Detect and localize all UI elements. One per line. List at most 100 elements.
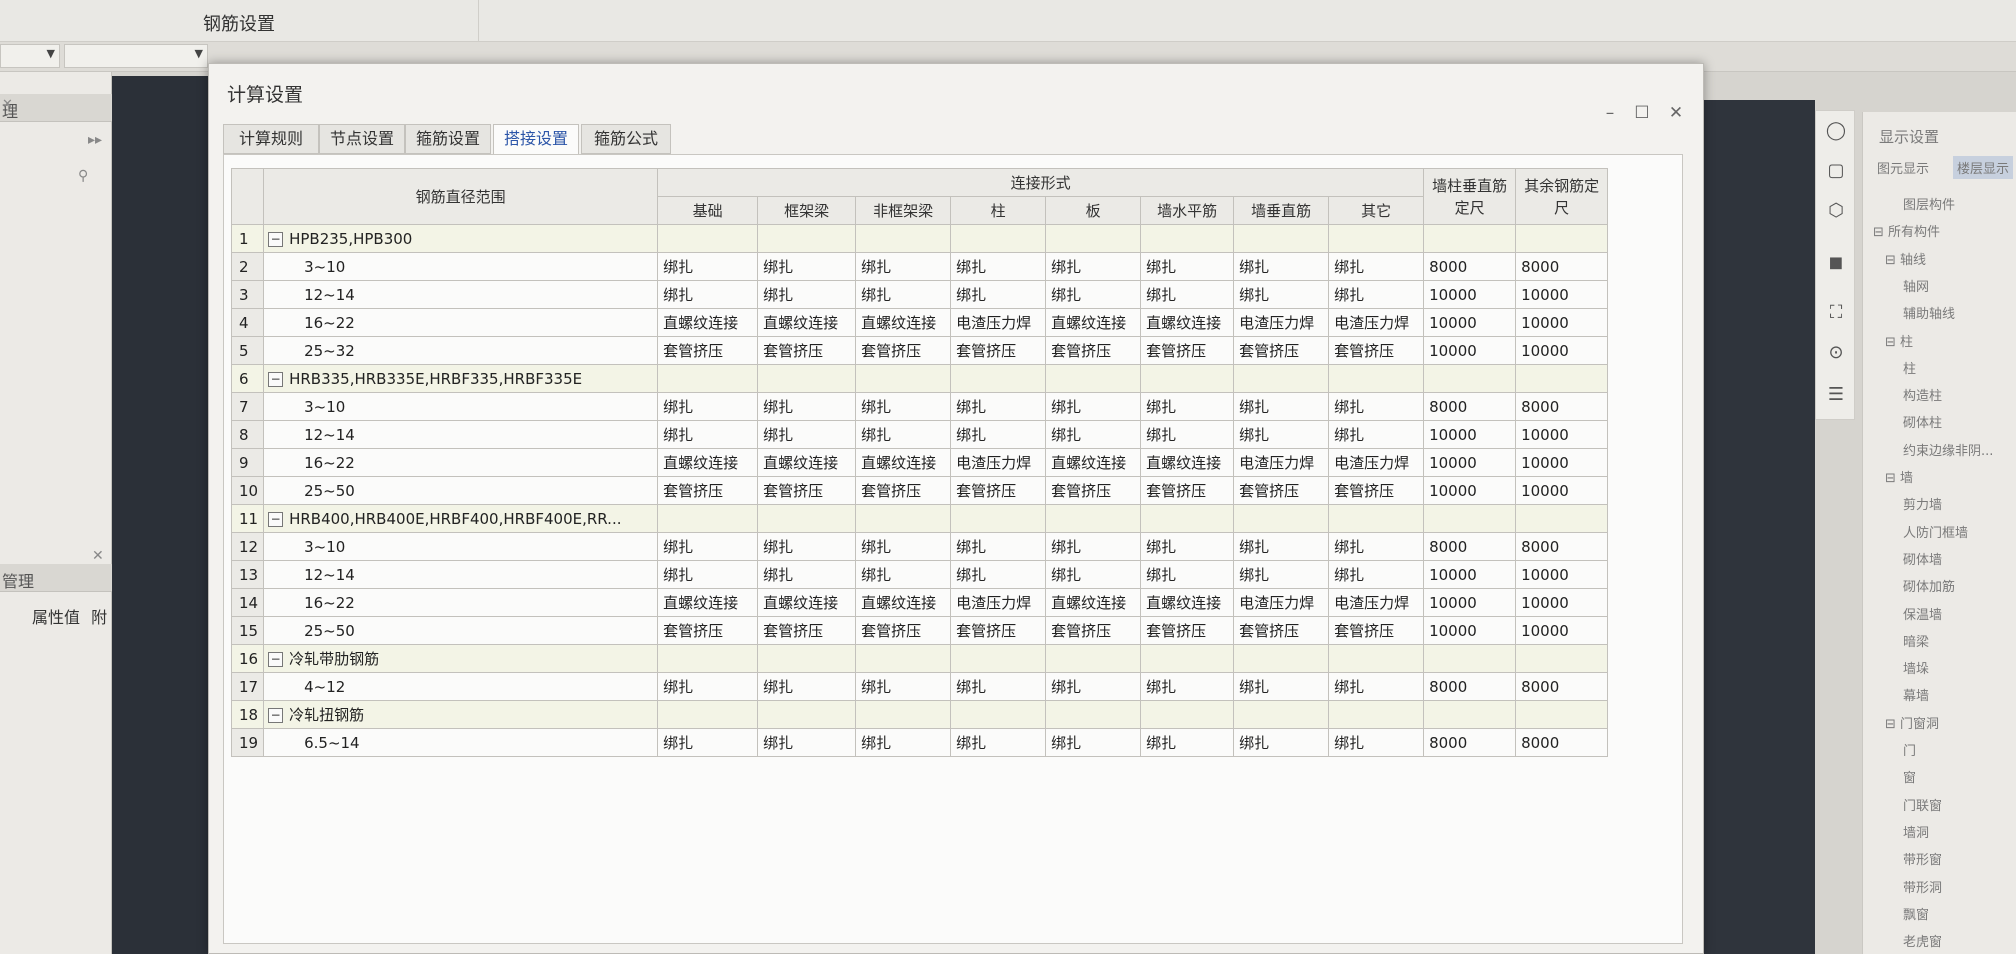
connection-cell[interactable]: 绑扎 <box>1328 532 1425 561</box>
connection-cell[interactable]: 绑扎 <box>657 560 759 589</box>
group-row[interactable]: 16− 冷轧带肋钢筋 <box>230 644 1609 673</box>
length-cell[interactable]: 10000 <box>1423 420 1517 449</box>
connection-cell[interactable]: 绑扎 <box>1233 560 1330 589</box>
connection-cell[interactable]: 套管挤压 <box>1045 336 1142 365</box>
connection-cell[interactable]: 套管挤压 <box>1328 616 1425 645</box>
connection-cell[interactable]: 绑扎 <box>1140 392 1235 421</box>
connection-cell[interactable]: 绑扎 <box>855 420 952 449</box>
connection-cell[interactable] <box>1233 364 1330 393</box>
connection-cell[interactable]: 绑扎 <box>657 392 759 421</box>
connection-cell[interactable] <box>1328 504 1425 533</box>
length-cell[interactable] <box>1423 224 1517 253</box>
connection-cell[interactable]: 绑扎 <box>1233 672 1330 701</box>
length-cell[interactable] <box>1423 700 1517 729</box>
range-cell[interactable]: 16~22 <box>263 588 659 617</box>
drawing-canvas-left[interactable] <box>112 76 212 954</box>
tree-collapse-icon[interactable]: ⊟ <box>1873 225 1888 240</box>
length-cell[interactable] <box>1423 364 1517 393</box>
connection-cell[interactable]: 绑扎 <box>950 252 1047 281</box>
connection-cell[interactable]: 套管挤压 <box>855 476 952 505</box>
group-row[interactable]: 1− HPB235,HPB300 <box>230 224 1609 253</box>
connection-cell[interactable]: 套管挤压 <box>950 616 1047 645</box>
connection-cell[interactable]: 绑扎 <box>757 728 857 757</box>
connection-cell[interactable] <box>855 644 952 673</box>
connection-cell[interactable] <box>1233 224 1330 253</box>
tree-item[interactable]: 暗梁 <box>1903 631 1929 650</box>
connection-cell[interactable]: 绑扎 <box>1328 280 1425 309</box>
connection-cell[interactable]: 绑扎 <box>1045 560 1142 589</box>
search-icon[interactable]: ⚲ <box>78 168 102 184</box>
connection-cell[interactable]: 绑扎 <box>1045 280 1142 309</box>
connection-cell[interactable]: 直螺纹连接 <box>657 448 759 477</box>
length-cell[interactable]: 8000 <box>1423 252 1517 281</box>
connection-cell[interactable]: 套管挤压 <box>657 336 759 365</box>
length-cell[interactable]: 10000 <box>1423 448 1517 477</box>
tree-item[interactable]: 砌体柱 <box>1903 412 1942 431</box>
connection-cell[interactable] <box>1328 700 1425 729</box>
connection-cell[interactable]: 绑扎 <box>757 532 857 561</box>
connection-cell[interactable]: 电渣压力焊 <box>950 308 1047 337</box>
connection-cell[interactable] <box>1233 644 1330 673</box>
connection-cell[interactable]: 绑扎 <box>855 252 952 281</box>
tree-collapse-icon[interactable]: ⊟ <box>1885 717 1900 732</box>
connection-cell[interactable] <box>657 224 759 253</box>
connection-cell[interactable]: 绑扎 <box>1233 532 1330 561</box>
connection-cell[interactable]: 绑扎 <box>950 392 1047 421</box>
range-cell[interactable]: 25~50 <box>263 476 659 505</box>
connection-cell[interactable]: 直螺纹连接 <box>757 448 857 477</box>
length-cell[interactable]: 8000 <box>1423 392 1517 421</box>
length-cell[interactable] <box>1423 504 1517 533</box>
fullscreen-icon[interactable]: ⛶ <box>1824 301 1848 325</box>
connection-cell[interactable]: 绑扎 <box>757 252 857 281</box>
close-icon[interactable]: ✕ <box>2 97 106 112</box>
connection-cell[interactable] <box>1140 224 1235 253</box>
close-icon[interactable]: ✕ <box>92 548 112 564</box>
connection-cell[interactable] <box>950 644 1047 673</box>
connection-cell[interactable]: 套管挤压 <box>1045 476 1142 505</box>
range-cell[interactable]: 25~50 <box>263 616 659 645</box>
connection-cell[interactable]: 绑扎 <box>950 420 1047 449</box>
cube-2d-icon[interactable]: ▢ <box>1824 159 1848 183</box>
connection-cell[interactable]: 套管挤压 <box>1233 476 1330 505</box>
length-cell[interactable] <box>1515 364 1609 393</box>
connection-cell[interactable]: 直螺纹连接 <box>757 308 857 337</box>
tab-lap-settings[interactable]: 搭接设置 <box>493 124 579 155</box>
connection-cell[interactable] <box>1233 504 1330 533</box>
connection-cell[interactable] <box>1045 364 1142 393</box>
length-cell[interactable]: 10000 <box>1423 308 1517 337</box>
connection-cell[interactable] <box>1328 364 1425 393</box>
tree-item[interactable]: 带形洞 <box>1903 877 1942 896</box>
length-cell[interactable] <box>1515 644 1609 673</box>
table-row[interactable]: 5 25~32 套管挤压 套管挤压 套管挤压 套管挤压 套管挤压 套管挤压 套管挤压 套管挤压 10… <box>230 336 1609 365</box>
tree-item[interactable]: 砌体加筋 <box>1903 576 1955 595</box>
length-cell[interactable]: 10000 <box>1515 336 1609 365</box>
connection-cell[interactable] <box>1233 700 1330 729</box>
connection-cell[interactable]: 绑扎 <box>1140 728 1235 757</box>
connection-cell[interactable]: 绑扎 <box>950 672 1047 701</box>
connection-cell[interactable]: 电渣压力焊 <box>1328 588 1425 617</box>
connection-cell[interactable]: 绑扎 <box>855 532 952 561</box>
range-cell[interactable]: 25~32 <box>263 336 659 365</box>
connection-cell[interactable]: 套管挤压 <box>757 336 857 365</box>
connection-cell[interactable]: 直螺纹连接 <box>1140 588 1235 617</box>
tree-item[interactable]: 柱 <box>1903 358 1916 377</box>
connection-cell[interactable]: 电渣压力焊 <box>1233 308 1330 337</box>
range-cell[interactable]: 16~22 <box>263 308 659 337</box>
range-cell[interactable]: − HPB235,HPB300 <box>263 224 659 253</box>
connection-cell[interactable] <box>657 700 759 729</box>
connection-cell[interactable]: 套管挤压 <box>855 616 952 645</box>
range-cell[interactable]: 12~14 <box>263 560 659 589</box>
tab-stirrup-formula[interactable]: 箍筋公式 <box>581 124 671 154</box>
connection-cell[interactable]: 绑扎 <box>855 392 952 421</box>
document-list-icon[interactable]: ☰ <box>1824 383 1848 407</box>
connection-cell[interactable]: 绑扎 <box>950 532 1047 561</box>
connection-cell[interactable]: 直螺纹连接 <box>1045 448 1142 477</box>
connection-cell[interactable]: 绑扎 <box>1140 560 1235 589</box>
connection-cell[interactable]: 套管挤压 <box>855 336 952 365</box>
tree-item[interactable]: 构造柱 <box>1903 385 1942 404</box>
length-cell[interactable]: 8000 <box>1423 728 1517 757</box>
length-cell[interactable] <box>1515 224 1609 253</box>
connection-cell[interactable]: 绑扎 <box>657 672 759 701</box>
connection-cell[interactable] <box>657 644 759 673</box>
settings-circle-icon[interactable]: ⊙ <box>1824 341 1848 365</box>
